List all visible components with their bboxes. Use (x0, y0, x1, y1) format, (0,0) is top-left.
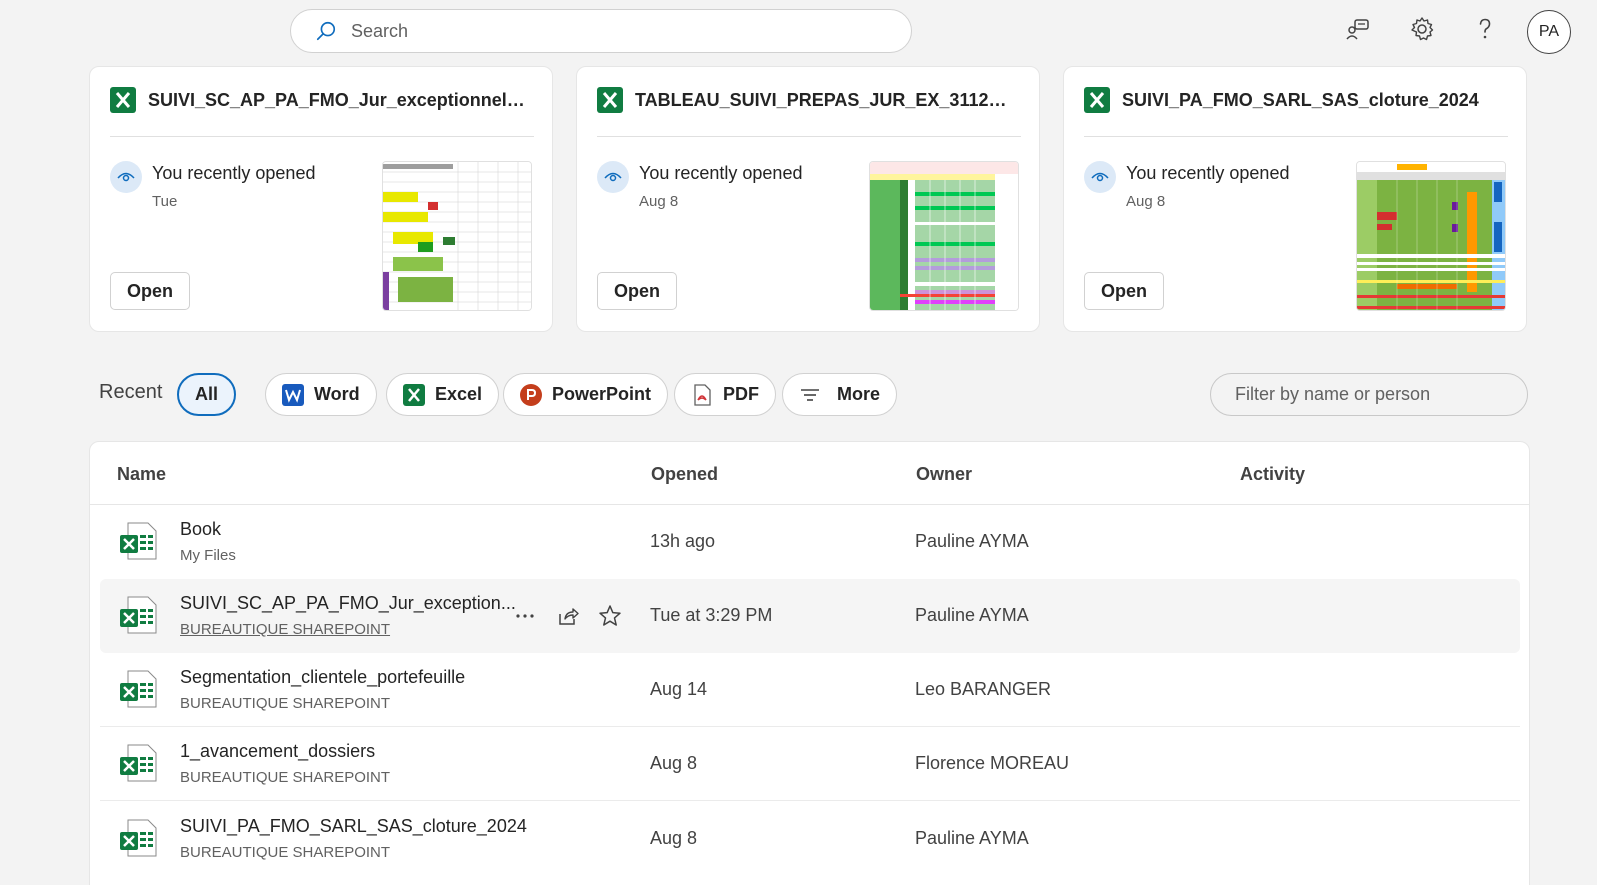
search-icon (316, 21, 336, 41)
card-activity: You recently opened (639, 163, 803, 183)
card-activity: You recently opened (1126, 163, 1290, 183)
table-row[interactable]: SUIVI_SC_AP_PA_FMO_Jur_exception... BURE… (100, 579, 1520, 653)
excel-file-icon (120, 670, 157, 708)
card-header: SUIVI_PA_FMO_SARL_SAS_cloture_2024 (1084, 87, 1508, 137)
top-bar: PA (0, 0, 1597, 64)
feedback-icon[interactable] (1343, 14, 1373, 44)
excel-icon (597, 87, 623, 113)
file-location: My Files (180, 547, 236, 564)
open-button[interactable]: Open (597, 272, 678, 310)
file-name[interactable]: SUIVI_PA_FMO_SARL_SAS_cloture_2024 (180, 816, 527, 837)
excel-file-icon (120, 819, 157, 857)
recent-label: Recent (99, 381, 163, 403)
file-thumbnail[interactable] (1356, 161, 1506, 311)
share-icon[interactable] (555, 603, 581, 629)
card-header: TABLEAU_SUIVI_PREPAS_JUR_EX_31122024 (597, 87, 1021, 137)
owner-name: Pauline AYMA (915, 828, 1029, 848)
file-location-link[interactable]: BUREAUTIQUE SHAREPOINT (180, 621, 390, 638)
card-date: Tue (152, 193, 178, 210)
table-row[interactable]: Segmentation_clientele_portefeuille BURE… (100, 653, 1520, 727)
filter-pill-word[interactable]: Word (265, 373, 377, 416)
column-header-activity[interactable]: Activity (1240, 464, 1305, 485)
recent-card-2[interactable]: TABLEAU_SUIVI_PREPAS_JUR_EX_31122024 You… (576, 66, 1040, 332)
eye-icon (1084, 161, 1116, 193)
excel-file-icon (120, 744, 157, 782)
file-thumbnail[interactable] (869, 161, 1019, 311)
owner-name: Pauline AYMA (915, 531, 1029, 551)
table-row[interactable]: SUIVI_PA_FMO_SARL_SAS_cloture_2024 BUREA… (100, 802, 1520, 876)
file-location: BUREAUTIQUE SHAREPOINT (180, 695, 391, 712)
filter-lines-icon (799, 384, 821, 406)
column-header-owner[interactable]: Owner (916, 464, 972, 485)
card-title[interactable]: SUIVI_PA_FMO_SARL_SAS_cloture_2024 (1122, 87, 1479, 113)
pill-label: All (195, 384, 219, 404)
avatar[interactable]: PA (1527, 10, 1571, 54)
search-input[interactable] (351, 20, 831, 42)
pill-label: Excel (435, 384, 483, 404)
excel-file-icon (120, 596, 157, 634)
card-title[interactable]: SUIVI_SC_AP_PA_FMO_Jur_exceptionnel_2... (148, 87, 528, 113)
pdf-icon (691, 383, 713, 406)
file-name[interactable]: Segmentation_clientele_portefeuille (180, 667, 465, 688)
excel-icon (110, 87, 136, 113)
opened-time: Aug 8 (650, 753, 698, 773)
filter-pill-excel[interactable]: Excel (386, 373, 500, 416)
opened-time: 13h ago (650, 531, 716, 551)
excel-icon (403, 383, 425, 406)
filter-pill-all[interactable]: All (177, 373, 237, 416)
file-thumbnail[interactable] (382, 161, 532, 311)
pill-label: Word (314, 384, 360, 404)
help-icon[interactable] (1470, 14, 1500, 44)
file-name[interactable]: 1_avancement_dossiers (180, 741, 375, 762)
open-button[interactable]: Open (1084, 272, 1165, 310)
opened-time: Tue at 3:29 PM (650, 605, 773, 625)
recent-card-3[interactable]: SUIVI_PA_FMO_SARL_SAS_cloture_2024 You r… (1063, 66, 1527, 332)
filter-pill-pdf[interactable]: PDF (674, 373, 776, 416)
card-date: Aug 8 (639, 193, 679, 210)
excel-file-icon (120, 522, 157, 560)
gear-icon[interactable] (1407, 14, 1437, 44)
file-name[interactable]: Book (180, 519, 221, 540)
column-header-opened[interactable]: Opened (651, 464, 718, 485)
recent-card-1[interactable]: SUIVI_SC_AP_PA_FMO_Jur_exceptionnel_2...… (89, 66, 553, 332)
file-location: BUREAUTIQUE SHAREPOINT (180, 769, 391, 786)
pill-label: PowerPoint (552, 384, 652, 404)
card-activity: You recently opened (152, 163, 316, 183)
table-row[interactable]: Book My Files 13h ago Pauline AYMA (100, 505, 1520, 579)
pill-label: More (837, 384, 881, 404)
card-header: SUIVI_SC_AP_PA_FMO_Jur_exceptionnel_2... (110, 87, 534, 137)
search-box[interactable] (290, 9, 912, 53)
opened-time: Aug 14 (650, 679, 708, 699)
more-options-icon[interactable] (512, 603, 538, 629)
filter-by-name-input[interactable] (1210, 373, 1528, 416)
powerpoint-icon (520, 383, 542, 406)
open-button[interactable]: Open (110, 272, 191, 310)
eye-icon (110, 161, 142, 193)
eye-icon (597, 161, 629, 193)
filter-pill-more[interactable]: More (782, 373, 898, 416)
star-icon[interactable] (597, 603, 623, 629)
file-location: BUREAUTIQUE SHAREPOINT (180, 844, 391, 861)
card-title[interactable]: TABLEAU_SUIVI_PREPAS_JUR_EX_31122024 (635, 87, 1015, 113)
recent-files-table: Name Opened Owner Activity Book My Files… (89, 441, 1530, 885)
owner-name: Pauline AYMA (915, 605, 1029, 625)
filter-pill-powerpoint[interactable]: PowerPoint (503, 373, 669, 416)
column-header-name[interactable]: Name (117, 464, 166, 485)
opened-time: Aug 8 (650, 828, 698, 848)
file-name[interactable]: SUIVI_SC_AP_PA_FMO_Jur_exception... (180, 593, 516, 614)
card-date: Aug 8 (1126, 193, 1166, 210)
owner-name: Leo BARANGER (915, 679, 1052, 699)
row-divider (100, 800, 1520, 801)
word-icon (282, 383, 304, 406)
table-row[interactable]: 1_avancement_dossiers BUREAUTIQUE SHAREP… (100, 727, 1520, 801)
pill-label: PDF (723, 384, 759, 404)
owner-name: Florence MOREAU (915, 753, 1070, 773)
excel-icon (1084, 87, 1110, 113)
